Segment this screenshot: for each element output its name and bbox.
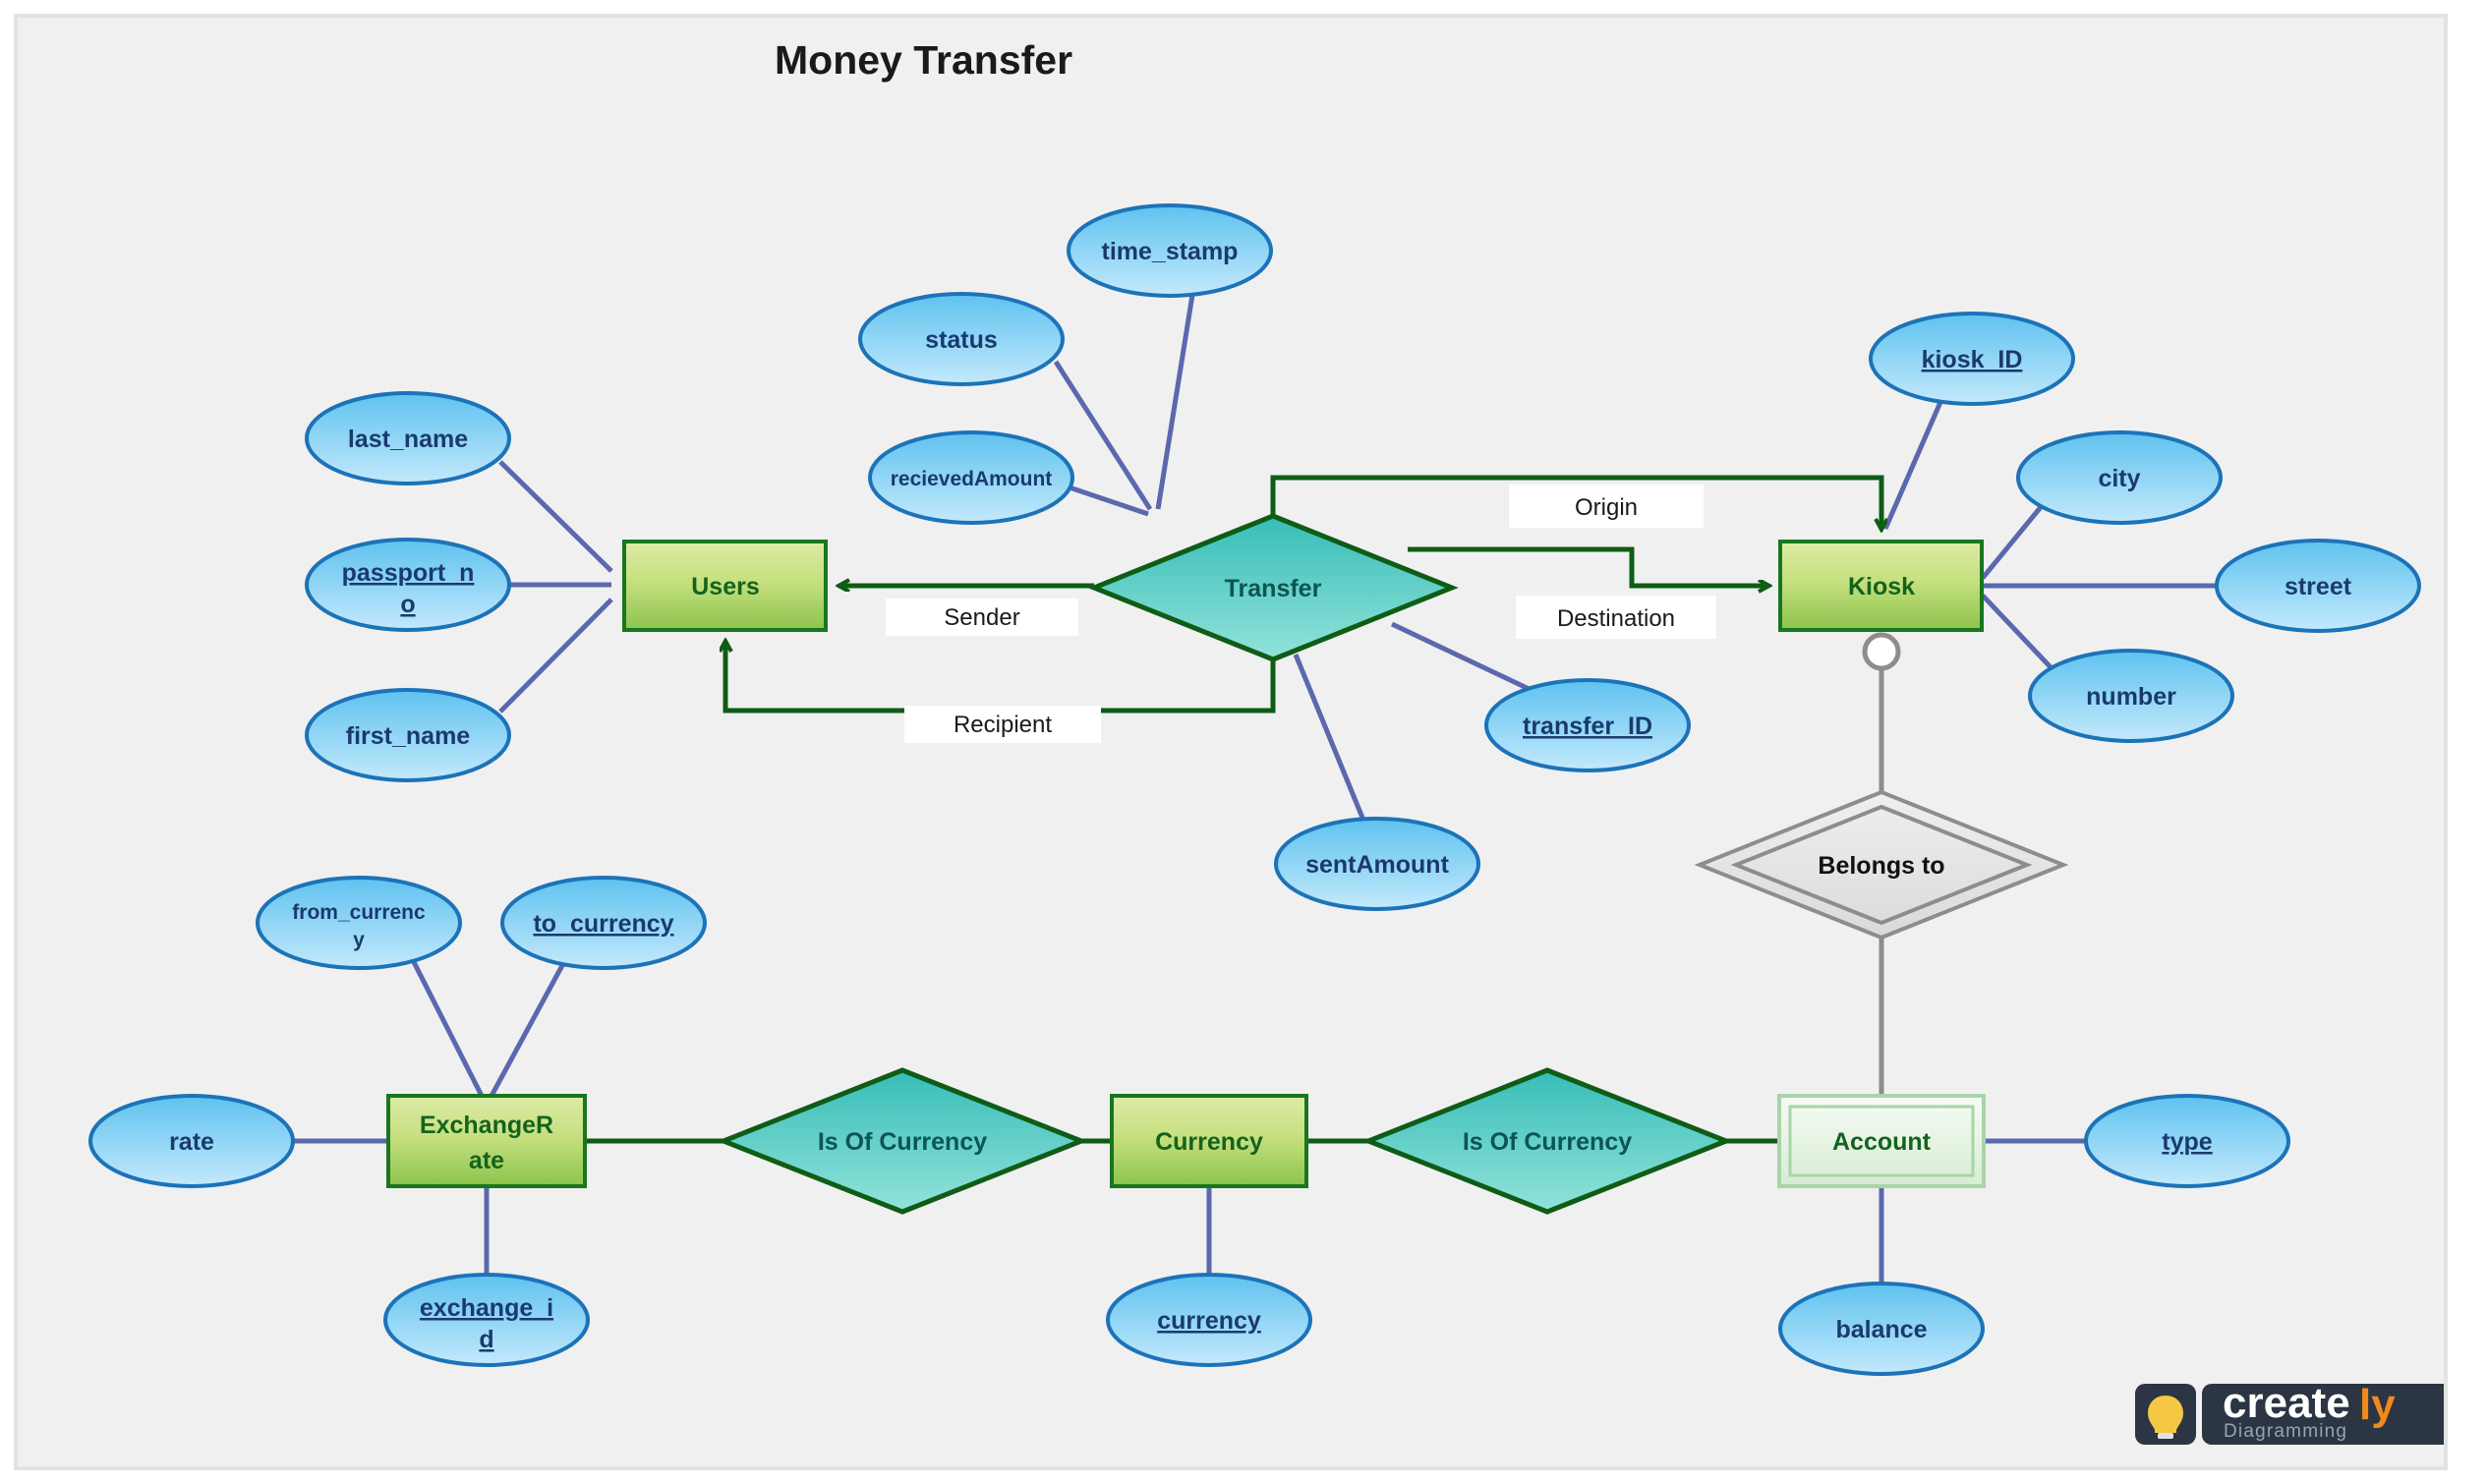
currency-attr-label: currency xyxy=(1157,1307,1261,1335)
to-currency-label: to_currency xyxy=(533,910,673,938)
kiosk-id-label: kiosk_ID xyxy=(1922,346,2023,373)
relationship-belongs-to[interactable]: Belongs to xyxy=(1694,789,2069,941)
rate-label: rate xyxy=(169,1128,214,1156)
transfer-label: Transfer xyxy=(1225,575,1322,602)
city-label: city xyxy=(2098,465,2140,492)
attribute-exchange-id[interactable]: exchange_i d xyxy=(383,1273,590,1367)
attribute-currency[interactable]: currency xyxy=(1106,1273,1312,1367)
edge-destination xyxy=(1408,546,1769,586)
last-name-label: last_name xyxy=(348,426,468,453)
destination-label: Destination xyxy=(1557,605,1675,632)
is-of-currency-left-label: Is Of Currency xyxy=(818,1128,987,1156)
attribute-first-name[interactable]: first_name xyxy=(305,688,511,782)
first-name-label: first_name xyxy=(346,722,471,750)
attribute-passport-no[interactable]: passport_n o xyxy=(305,538,511,632)
edge-transfer-sent-amount xyxy=(1293,654,1365,819)
exchangerate-label-line1: ExchangeR xyxy=(420,1112,553,1139)
from-currency-label-line2: y xyxy=(353,929,365,951)
recieved-amount-label: recievedAmount xyxy=(891,468,1053,490)
attribute-street[interactable]: street xyxy=(2215,539,2421,633)
transfer-id-label: transfer_ID xyxy=(1523,713,1652,740)
users-label: Users xyxy=(691,573,760,600)
number-label: number xyxy=(2086,683,2176,711)
edge-exchangerate-from-currency xyxy=(408,954,485,1098)
exchange-id-label-line2: d xyxy=(479,1326,493,1353)
attribute-from-currency[interactable]: from_currenc y xyxy=(256,876,462,970)
attribute-time-stamp[interactable]: time_stamp xyxy=(1067,203,1273,298)
attribute-status[interactable]: status xyxy=(858,292,1065,386)
currency-label: Currency xyxy=(1155,1128,1263,1156)
balance-label: balance xyxy=(1835,1316,1927,1343)
belongs-to-label: Belongs to xyxy=(1818,852,1944,880)
is-of-currency-right-label: Is Of Currency xyxy=(1463,1128,1632,1156)
logo-brand-part-1: create xyxy=(2223,1379,2350,1427)
edge-users-first-name xyxy=(498,598,613,713)
edge-kiosk-kiosk-id xyxy=(1882,392,1947,530)
edge-recipient xyxy=(725,641,1276,713)
attribute-balance[interactable]: balance xyxy=(1778,1282,1985,1376)
edge-kiosk-city xyxy=(1981,505,2043,580)
edge-transfer-time-stamp xyxy=(1155,294,1195,510)
origin-label: Origin xyxy=(1575,494,1638,521)
exchange-id-label-line1: exchange_i xyxy=(420,1294,553,1322)
logo-brand-part-2: ly xyxy=(2359,1381,2396,1429)
account-label: Account xyxy=(1832,1128,1932,1156)
type-label: type xyxy=(2162,1128,2213,1156)
role-label-recipient: Recipient xyxy=(904,706,1101,743)
creately-logo[interactable]: create ly Diagramming xyxy=(2135,1379,2444,1445)
optional-participation-circle xyxy=(1862,632,1901,671)
page-title: Money Transfer xyxy=(775,37,1072,83)
attribute-sent-amount[interactable]: sentAmount xyxy=(1274,817,1480,911)
edge-kiosk-number xyxy=(1981,594,2054,671)
screenshot-root: Money Transfer Transfer Is Of Currency I… xyxy=(0,0,2487,1484)
attribute-recieved-amount[interactable]: recievedAmount xyxy=(868,430,1074,525)
attribute-kiosk-id[interactable]: kiosk_ID xyxy=(1869,312,2075,406)
recipient-label: Recipient xyxy=(954,712,1052,738)
passport-no-label-line2: o xyxy=(400,591,415,618)
relationship-transfer[interactable]: Transfer xyxy=(1087,513,1459,662)
attribute-rate[interactable]: rate xyxy=(88,1094,295,1188)
attribute-type[interactable]: type xyxy=(2084,1094,2290,1188)
sender-label: Sender xyxy=(944,604,1019,631)
kiosk-label: Kiosk xyxy=(1848,573,1915,600)
er-diagram-svg: Money Transfer Transfer Is Of Currency I… xyxy=(88,37,2444,1445)
edge-exchangerate-to-currency xyxy=(489,956,569,1098)
entity-kiosk[interactable]: Kiosk xyxy=(1778,540,1984,632)
edge-users-last-name xyxy=(498,460,613,573)
entity-currency[interactable]: Currency xyxy=(1110,1094,1308,1188)
logo-tagline: Diagramming xyxy=(2224,1421,2347,1442)
diagram-canvas: Money Transfer Transfer Is Of Currency I… xyxy=(14,14,2448,1470)
role-label-sender: Sender xyxy=(886,599,1078,636)
entity-exchangerate[interactable]: ExchangeR ate xyxy=(386,1094,587,1188)
sent-amount-label: sentAmount xyxy=(1305,851,1450,879)
role-label-destination: Destination xyxy=(1516,596,1716,639)
attribute-city[interactable]: city xyxy=(2016,430,2223,525)
relationship-is-of-currency-right[interactable]: Is Of Currency xyxy=(1361,1067,1733,1215)
from-currency-label-line1: from_currenc xyxy=(292,901,426,924)
relationship-is-of-currency-left[interactable]: Is Of Currency xyxy=(717,1067,1088,1215)
attribute-transfer-id[interactable]: transfer_ID xyxy=(1484,678,1691,772)
time-stamp-label: time_stamp xyxy=(1102,238,1239,265)
passport-no-label-line1: passport_n xyxy=(342,559,475,587)
exchangerate-label-line2: ate xyxy=(469,1147,504,1174)
status-label: status xyxy=(925,326,998,354)
street-label: street xyxy=(2285,573,2352,600)
entity-users[interactable]: Users xyxy=(622,540,828,632)
role-label-origin: Origin xyxy=(1509,485,1704,528)
attribute-number[interactable]: number xyxy=(2028,649,2234,743)
attribute-last-name[interactable]: last_name xyxy=(305,391,511,485)
attribute-to-currency[interactable]: to_currency xyxy=(500,876,707,970)
entity-account[interactable]: Account xyxy=(1777,1094,1986,1188)
